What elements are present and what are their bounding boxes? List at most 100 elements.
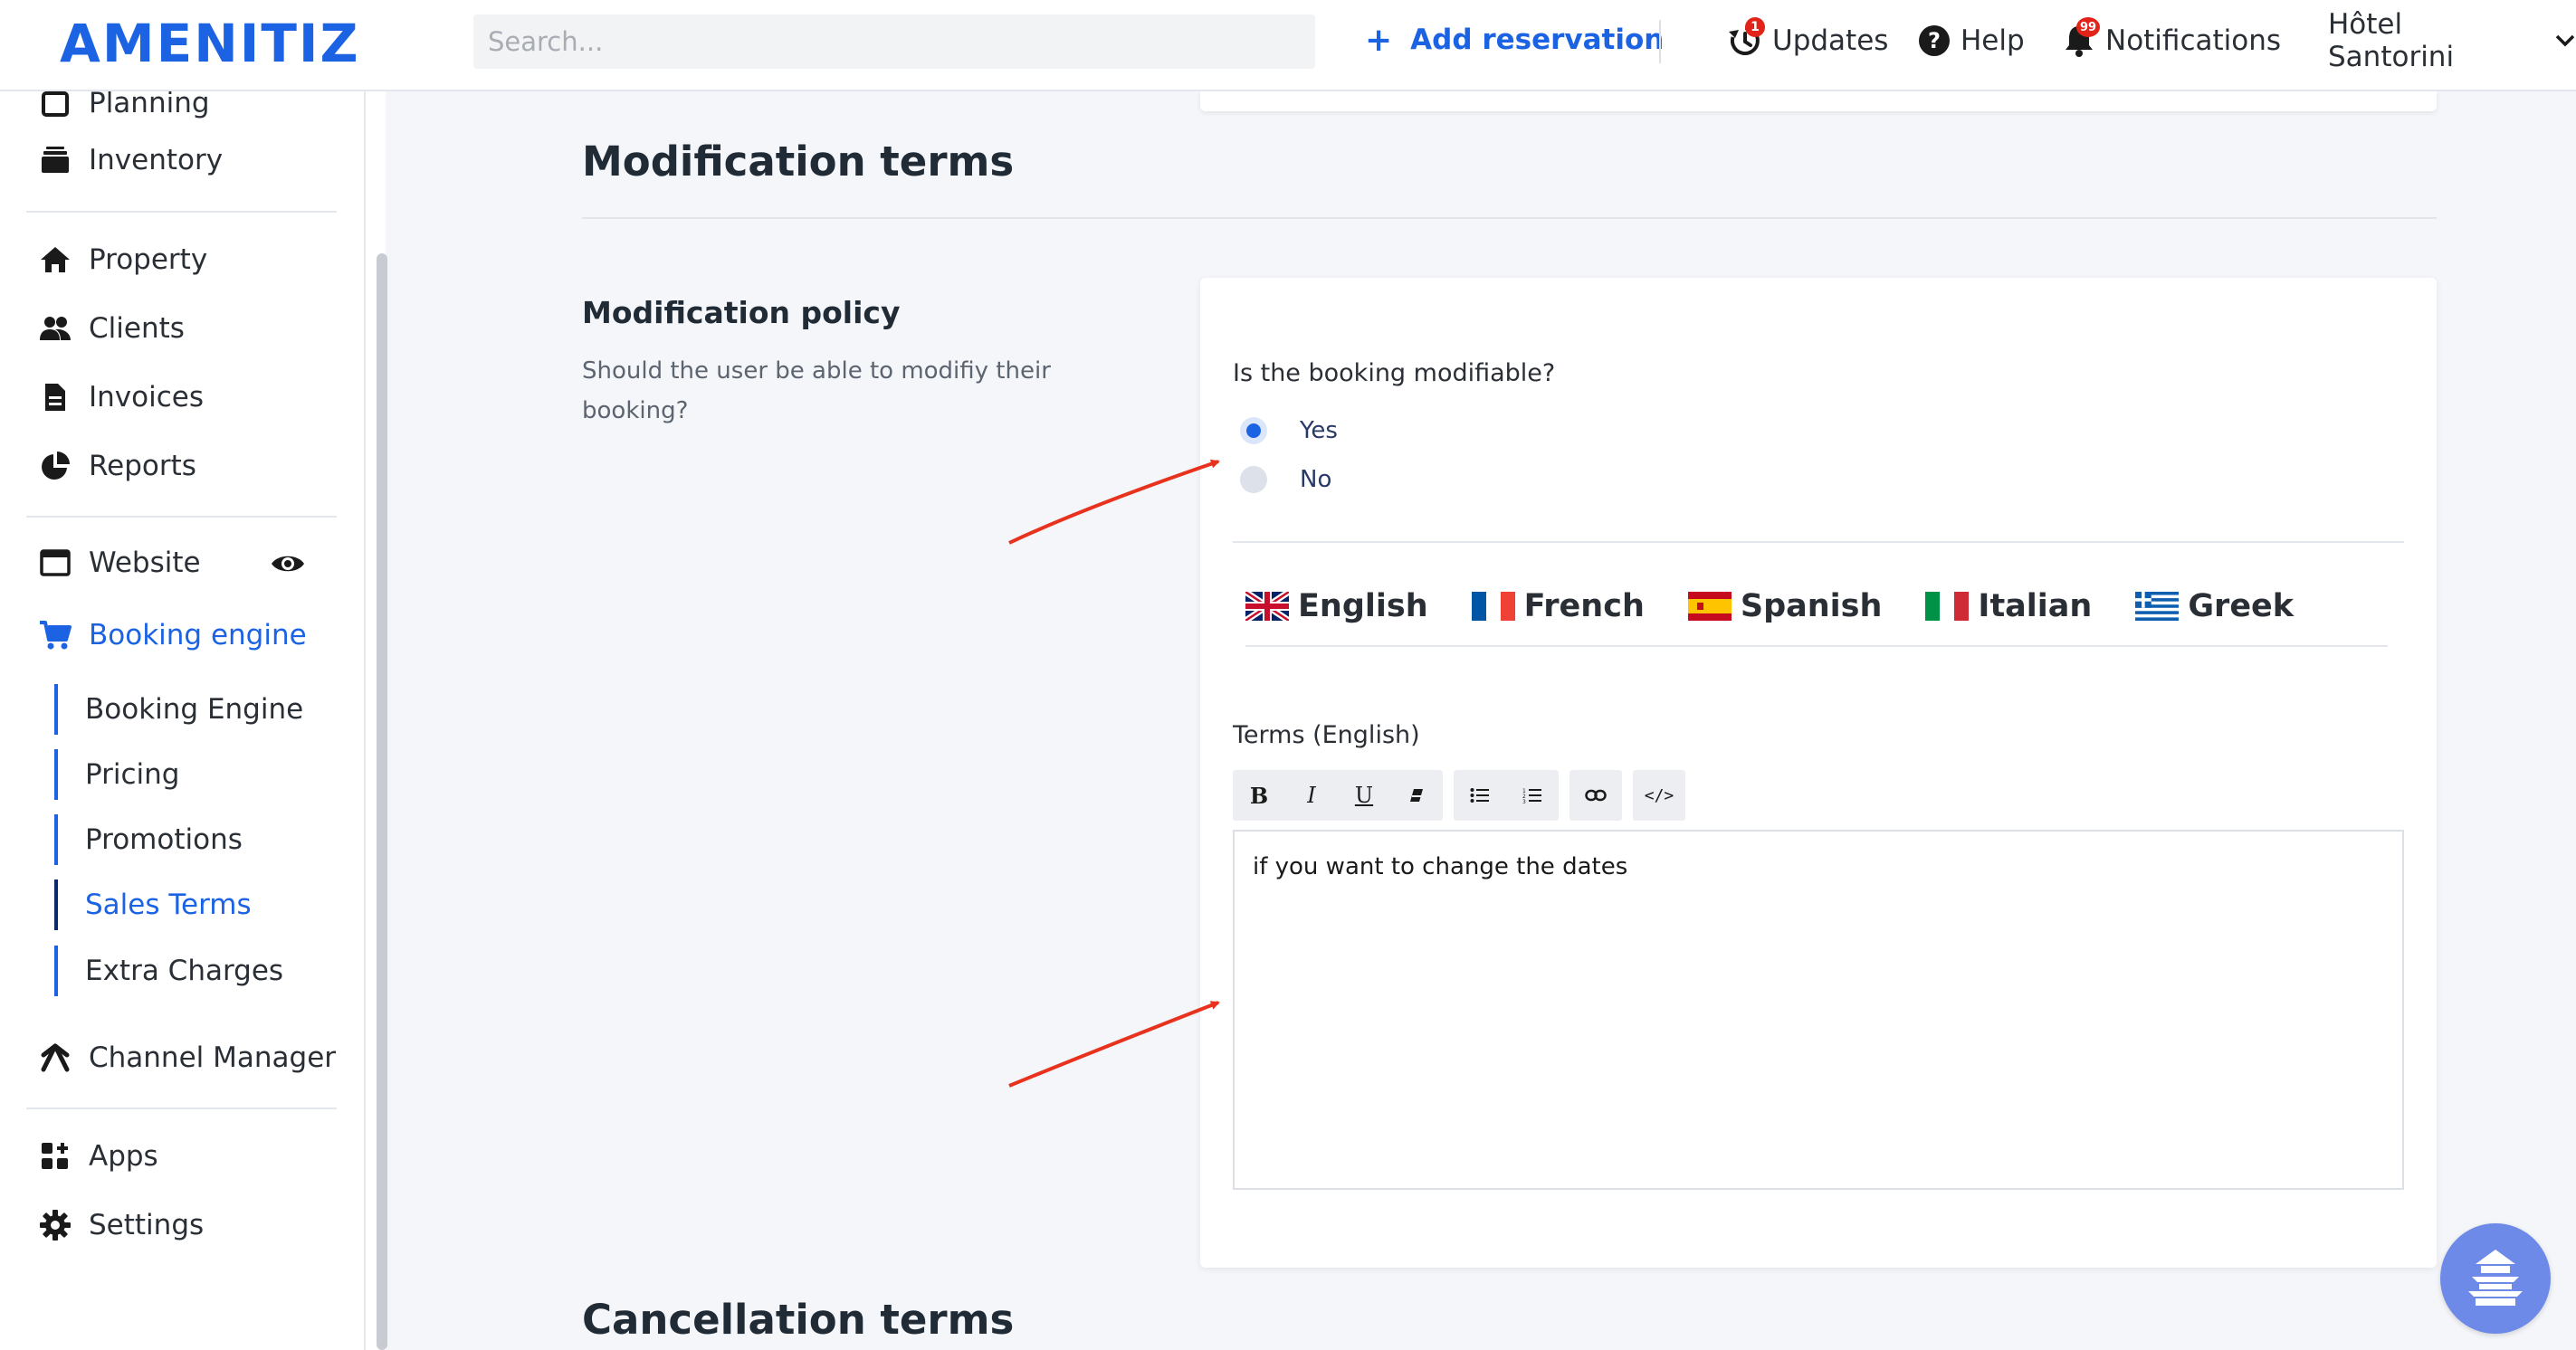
toolbar-group-lists: 1 2 3: [1454, 770, 1559, 821]
pagoda-icon: [2468, 1250, 2523, 1306]
radio-no-indicator[interactable]: [1240, 466, 1267, 493]
tab-italian-label: Italian: [1978, 588, 2093, 624]
sidebar-item-channel-manager[interactable]: Channel Manager: [38, 1035, 336, 1080]
bell-icon: 99: [2062, 17, 2100, 59]
tab-english-label: English: [1298, 588, 1428, 624]
radio-option-no[interactable]: No: [1240, 461, 1331, 498]
eye-icon[interactable]: [270, 551, 306, 580]
updates-label: Updates: [1772, 24, 1889, 57]
greece-flag-icon: [2135, 592, 2180, 621]
plus-icon: +: [1365, 21, 1393, 59]
sidebar-item-property[interactable]: Property: [38, 237, 207, 282]
tab-greek-label: Greek: [2188, 588, 2295, 624]
top-header: AMENITIZ + Add reservation 1 Updates ? H…: [0, 0, 2576, 91]
notifications-button[interactable]: 99 Notifications: [2062, 17, 2282, 62]
sidebar-subitem-booking-engine[interactable]: Booking Engine: [54, 684, 303, 735]
notifications-badge: 99: [2076, 17, 2100, 37]
sidebar-subitem-promotions[interactable]: Promotions: [54, 814, 243, 865]
numbered-list-icon: 1 2 3: [1522, 788, 1541, 803]
radio-no-label: No: [1300, 466, 1332, 493]
sidebar-item-booking-engine[interactable]: Booking engine: [38, 613, 307, 658]
editor-toolbar: B I U 1 2 3 </>: [1233, 770, 1685, 821]
sidebar-item-label: Planning: [89, 91, 210, 119]
sidebar-item-invoices[interactable]: Invoices: [38, 375, 204, 420]
sidebar-subitem-extra-charges[interactable]: Extra Charges: [54, 946, 283, 996]
modification-policy-description: Should the user be able to modifiy their…: [582, 357, 1051, 424]
notifications-label: Notifications: [2105, 24, 2282, 57]
section-divider: [582, 217, 2437, 219]
updates-button[interactable]: 1 Updates: [1727, 17, 1889, 62]
tab-spanish-label: Spanish: [1740, 588, 1883, 624]
sidebar-item-reports[interactable]: Reports: [38, 443, 196, 489]
sidebar-item-label: Channel Manager: [89, 1041, 337, 1074]
sidebar-item-inventory[interactable]: Inventory: [38, 138, 223, 183]
search-input[interactable]: [473, 14, 1315, 69]
toolbar-group-format: B I U: [1233, 770, 1443, 821]
sidebar-item-label: Website: [89, 547, 201, 579]
sidebar: Planning Inventory Property Clients Invo…: [0, 91, 366, 1350]
sidebar-item-settings[interactable]: Settings: [38, 1203, 204, 1248]
modification-terms-title: Modification terms: [582, 138, 1015, 185]
tab-french[interactable]: French: [1471, 588, 1645, 624]
sidebar-item-apps[interactable]: Apps: [38, 1134, 158, 1179]
amenitiz-logo[interactable]: AMENITIZ: [60, 13, 360, 74]
pie-chart-icon: [38, 449, 72, 483]
sidebar-scrollbar-thumb[interactable]: [377, 253, 387, 1350]
modifiable-question: Is the booking modifiable?: [1233, 359, 1556, 387]
tab-greek[interactable]: Greek: [2135, 588, 2294, 624]
modification-policy-card: Is the booking modifiable? Yes No Englis…: [1200, 278, 2437, 1268]
add-reservation-label: Add reservation: [1410, 24, 1665, 56]
tab-spanish[interactable]: Spanish: [1687, 588, 1883, 624]
svg-text:?: ?: [1928, 28, 1941, 53]
tab-english[interactable]: English: [1245, 588, 1428, 624]
updates-badge: 1: [1745, 17, 1765, 37]
bullet-list-icon: [1470, 788, 1489, 803]
sidebar-subitem-sales-terms[interactable]: Sales Terms: [54, 879, 252, 930]
numbered-list-button[interactable]: 1 2 3: [1506, 770, 1559, 821]
bold-button[interactable]: B: [1233, 770, 1285, 821]
add-reservation-button[interactable]: + Add reservation: [1365, 20, 1664, 60]
sidebar-item-clients[interactable]: Clients: [38, 306, 185, 351]
sidebar-item-label: Clients: [89, 312, 185, 345]
help-icon: ?: [1917, 24, 1951, 58]
previous-section-card: [1200, 91, 2437, 111]
shopping-cart-icon: [38, 618, 72, 652]
sidebar-item-label: Inventory: [89, 144, 224, 176]
radio-yes-indicator[interactable]: [1240, 417, 1267, 444]
help-button[interactable]: ? Help: [1917, 20, 2025, 62]
hotel-name: Hôtel Santorini: [2328, 8, 2455, 73]
language-tabs: English French Spanish Italian Greek: [1245, 567, 2388, 647]
hotel-selector[interactable]: Hôtel Santorini: [2328, 8, 2576, 73]
france-flag-icon: [1471, 592, 1515, 621]
terms-editor[interactable]: if you want to change the dates: [1233, 830, 2404, 1190]
channel-manager-icon: [38, 1041, 72, 1075]
radio-option-yes[interactable]: Yes: [1240, 413, 1338, 449]
radio-yes-label: Yes: [1300, 417, 1338, 444]
toolbar-group-code: </>: [1633, 770, 1685, 821]
italic-button[interactable]: I: [1285, 770, 1338, 821]
tab-italian[interactable]: Italian: [1925, 588, 2092, 624]
eraser-button[interactable]: [1390, 770, 1443, 821]
eraser-icon: [1410, 789, 1423, 802]
gear-icon: [38, 1208, 72, 1242]
link-icon: [1585, 789, 1607, 802]
help-label: Help: [1961, 24, 2025, 57]
users-icon: [38, 311, 72, 346]
annotation-arrow-editor: [1008, 1001, 1220, 1088]
modification-policy-title: Modification policy: [582, 295, 901, 330]
underline-button[interactable]: U: [1338, 770, 1390, 821]
header-divider: [1659, 20, 1661, 63]
sidebar-divider: [26, 516, 337, 518]
bullet-list-button[interactable]: [1454, 770, 1506, 821]
sidebar-divider: [26, 211, 337, 213]
apps-grid-icon: [38, 1139, 72, 1174]
terms-label: Terms (English): [1233, 721, 1420, 749]
sidebar-item-website[interactable]: Website: [38, 540, 201, 585]
sidebar-subitem-pricing[interactable]: Pricing: [54, 749, 180, 800]
uk-flag-icon: [1245, 592, 1289, 621]
link-button[interactable]: [1569, 770, 1622, 821]
sidebar-item-planning[interactable]: Planning: [38, 91, 210, 126]
chat-widget-button[interactable]: [2440, 1223, 2551, 1334]
tab-french-label: French: [1523, 588, 1645, 624]
code-view-button[interactable]: </>: [1633, 770, 1685, 821]
